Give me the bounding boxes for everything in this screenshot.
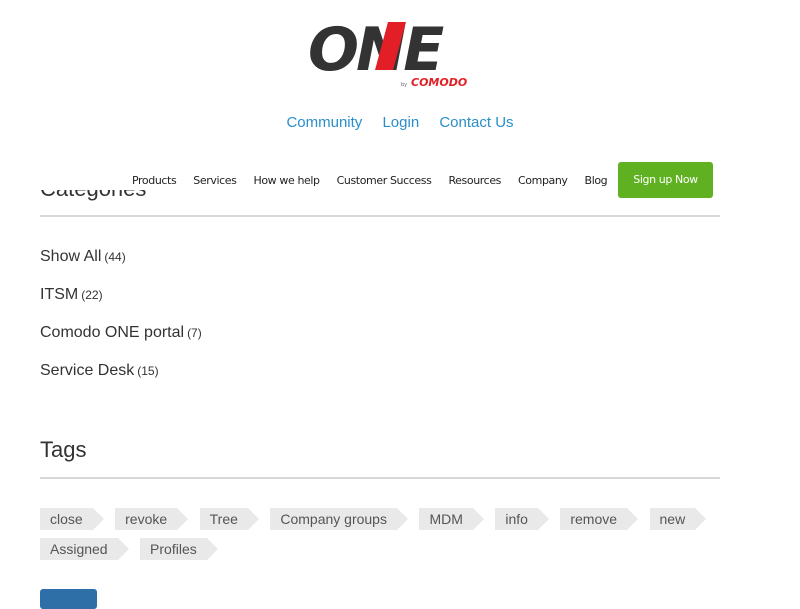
tags-heading: Tags [40, 437, 87, 462]
tags-divider [40, 477, 720, 479]
category-list: Show All (44) ITSM (22) Comodo ONE portal(… [40, 248, 202, 400]
tag-remove[interactable]: remove [560, 508, 638, 530]
svg-text:ONE: ONE [308, 18, 444, 85]
category-item: Comodo ONE portal (7) [40, 324, 202, 362]
top-links: Community Login Contact Us [0, 114, 800, 131]
categories-heading: Categories [40, 176, 147, 201]
category-item: Service Desk (15) [40, 362, 202, 400]
category-count: (22) [81, 288, 103, 302]
tag-info[interactable]: info [495, 508, 549, 530]
category-link[interactable]: Comodo ONE portal [40, 324, 184, 341]
nav-blog[interactable]: Blog [585, 174, 608, 187]
category-count: (7) [187, 326, 202, 340]
tag-assigned[interactable]: Assigned [40, 538, 129, 560]
tag-mdm[interactable]: MDM [419, 508, 485, 530]
svg-text:by: by [401, 82, 407, 88]
categories-divider [40, 215, 720, 217]
svg-text:COMODO: COMODO [411, 76, 467, 89]
nav-resources[interactable]: Resources [448, 174, 501, 187]
category-link[interactable]: Show All [40, 248, 101, 265]
login-link[interactable]: Login [382, 114, 419, 131]
community-link[interactable]: Community [286, 114, 362, 131]
main-nav: Products Services How we help Customer S… [132, 162, 713, 198]
tag-cloud: close revoke Tree Company groups MDM inf… [40, 508, 740, 568]
category-count: (15) [137, 364, 159, 378]
partial-button[interactable] [40, 589, 97, 609]
tag-revoke[interactable]: revoke [115, 508, 189, 530]
nav-company[interactable]: Company [518, 174, 568, 187]
comodo-one-logo[interactable]: ONE by COMODO [305, 18, 480, 90]
nav-how-we-help[interactable]: How we help [253, 174, 320, 187]
tag-new[interactable]: new [649, 508, 706, 530]
tag-close[interactable]: close [40, 508, 104, 530]
tag-company-groups[interactable]: Company groups [270, 508, 408, 530]
contact-us-link[interactable]: Contact Us [439, 114, 513, 131]
category-link[interactable]: Service Desk [40, 362, 134, 379]
tag-profiles[interactable]: Profiles [140, 538, 218, 560]
category-item: ITSM (22) [40, 286, 202, 324]
nav-services[interactable]: Services [193, 174, 237, 187]
category-count: (44) [104, 250, 126, 264]
category-link[interactable]: ITSM [40, 286, 78, 303]
nav-customer-success[interactable]: Customer Success [337, 174, 432, 187]
category-item: Show All (44) [40, 248, 202, 286]
sign-up-button[interactable]: Sign up Now [618, 162, 713, 198]
tag-tree[interactable]: Tree [199, 508, 260, 530]
nav-products[interactable]: Products [132, 174, 177, 187]
